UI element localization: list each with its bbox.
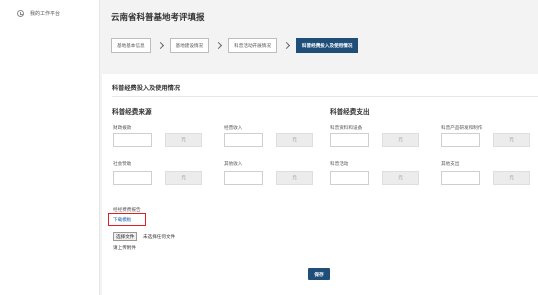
step-construction[interactable]: 基地建设情况 <box>169 38 210 53</box>
step-activities[interactable]: 科普活动开展情况 <box>228 38 277 53</box>
field-label-product: 科普产品研发和制作 <box>441 125 483 130</box>
form-title: 科普经费投入及使用情况 <box>112 85 181 92</box>
field-label-sponsor: 社会赞助 <box>113 161 132 166</box>
field-label-other-expense: 其他支出 <box>441 161 460 166</box>
download-template-link[interactable]: 下载模板 <box>113 217 131 223</box>
step-funding[interactable]: 科普经费投入及使用情况 <box>295 38 359 53</box>
choose-file-button[interactable]: 选择文件 <box>113 232 138 241</box>
sidebar-item-workspace[interactable]: 我的工作平台 <box>17 10 60 17</box>
product-input[interactable] <box>441 133 480 147</box>
fiscal-input[interactable] <box>113 133 152 147</box>
expense-section-title: 科普经费支出 <box>330 109 370 116</box>
other-expense-input[interactable] <box>441 171 480 185</box>
chevron-right-icon <box>277 41 296 50</box>
unit-label: 元 <box>165 133 202 147</box>
unit-label: 元 <box>382 171 419 185</box>
unit-label: 元 <box>382 133 419 147</box>
field-label-business: 经营收入 <box>224 125 243 130</box>
unit-label: 元 <box>493 133 530 147</box>
sidebar: 我的工作平台 <box>0 0 100 295</box>
field-label-activity: 科普活动 <box>330 161 349 166</box>
step-navigation: 基地基本信息 基地建设情况 科普活动开展情况 科普经费投入及使用情况 <box>111 38 359 53</box>
other-income-input[interactable] <box>224 171 263 185</box>
unit-label: 元 <box>276 171 313 185</box>
field-label-other-income: 其他收入 <box>224 161 243 166</box>
file-status-text: 未选择任何文件 <box>143 234 176 239</box>
activity-input[interactable] <box>330 171 369 185</box>
upload-hint: 请上传附件 <box>113 245 136 250</box>
unit-label: 元 <box>276 133 313 147</box>
chevron-right-icon <box>151 41 170 50</box>
unit-label: 元 <box>493 171 530 185</box>
main-content: 云南省科普基地考评填报 基地基本信息 基地建设情况 科普活动开展情况 科普经费投… <box>101 0 538 295</box>
field-label-fiscal: 财政拨款 <box>113 125 132 130</box>
funding-form-card: 科普经费投入及使用情况 科普经费来源 科普经费支出 财政拨款 元 经营收入 元 … <box>102 74 538 295</box>
field-label-equipment: 科普资料和设备 <box>330 125 363 130</box>
chevron-right-icon <box>209 41 228 50</box>
step-basic-info[interactable]: 基地基本信息 <box>111 38 151 53</box>
sponsor-input[interactable] <box>113 171 152 185</box>
sidebar-item-label: 我的工作平台 <box>30 11 61 17</box>
business-income-input[interactable] <box>224 133 263 147</box>
income-section-title: 科普经费来源 <box>112 109 152 116</box>
unit-label: 元 <box>165 171 202 185</box>
clock-icon <box>17 10 24 17</box>
page-title: 云南省科普基地考评填报 <box>111 12 205 22</box>
save-button[interactable]: 保存 <box>308 268 330 280</box>
equipment-input[interactable] <box>330 133 369 147</box>
divider <box>112 96 538 97</box>
